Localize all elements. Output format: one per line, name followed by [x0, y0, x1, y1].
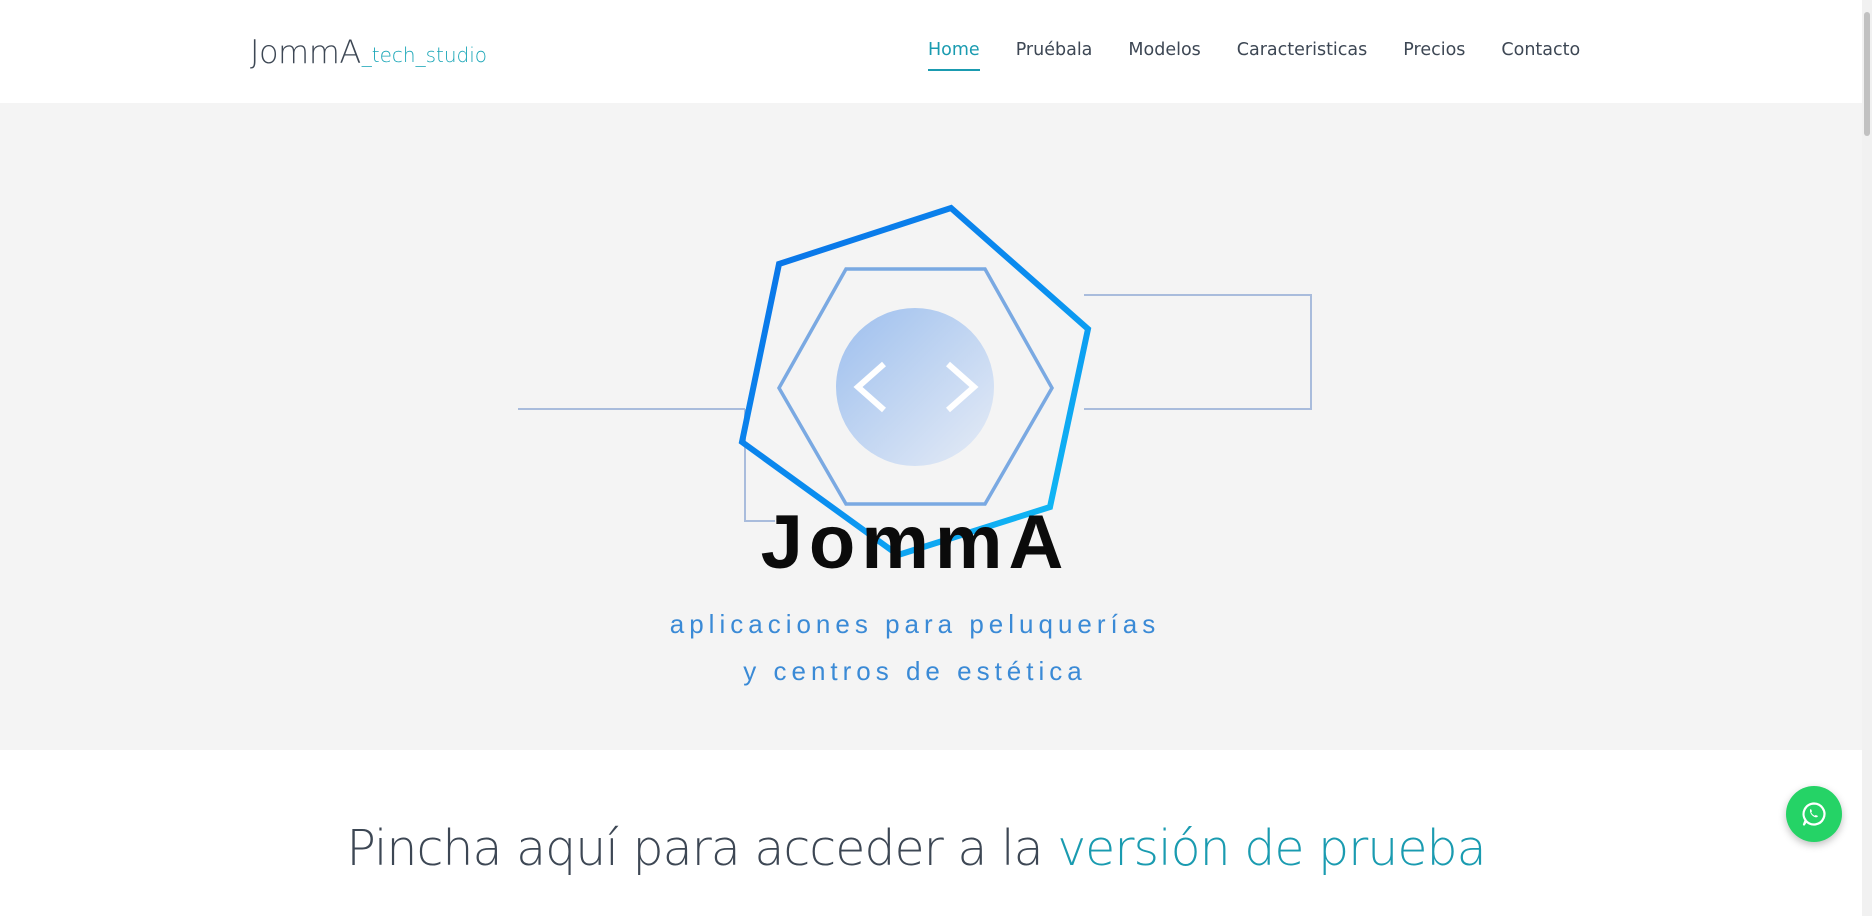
site-logo[interactable]: JommA _tech_studio [250, 28, 487, 72]
trial-cta-heading: Pincha aquí para acceder a la versión de… [0, 820, 1832, 877]
nav-item-modelos[interactable]: Modelos [1128, 38, 1200, 62]
logo-main-text: JommA [250, 33, 361, 71]
whatsapp-icon [1802, 802, 1826, 826]
nav-item-caracteristicas[interactable]: Caracteristicas [1237, 38, 1367, 62]
hero-title: JommA [760, 500, 1070, 585]
main-nav: Home Pruébala Modelos Caracteristicas Pr… [928, 38, 1616, 71]
nav-item-pruebala[interactable]: Pruébala [1016, 38, 1093, 62]
site-header: JommA _tech_studio Home Pruébala Modelos … [0, 0, 1862, 103]
hero-tagline-line1: aplicaciones para peluquerías [669, 609, 1161, 639]
nav-item-home[interactable]: Home [928, 38, 980, 71]
scrollbar-thumb[interactable] [1864, 12, 1870, 136]
page-scrollbar[interactable] [1862, 0, 1872, 916]
nav-item-contacto[interactable]: Contacto [1501, 38, 1580, 62]
hero-section: JommA aplicaciones para peluquerías y ce… [0, 103, 1862, 750]
cta-prefix: Pincha aquí para acceder a la [346, 820, 1058, 877]
logo-sub-text: _tech_studio [361, 43, 487, 67]
whatsapp-button[interactable] [1786, 786, 1842, 842]
hero-logo-graphic [518, 204, 1312, 559]
nav-item-precios[interactable]: Precios [1403, 38, 1465, 62]
trial-link[interactable]: versión de prueba [1057, 820, 1486, 877]
hero-tagline-line2: y centros de estética [743, 656, 1087, 686]
